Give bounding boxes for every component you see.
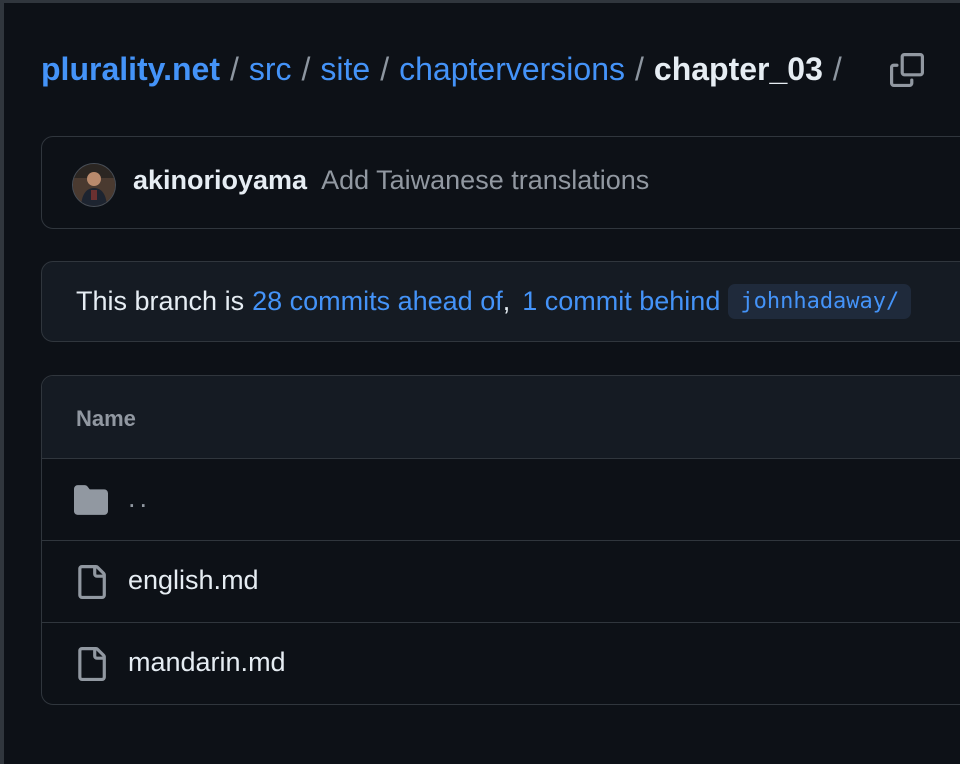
breadcrumb: plurality.net / src / site / chaptervers… <box>41 47 852 91</box>
copy-icon <box>890 53 924 87</box>
parent-directory-link[interactable]: .. <box>128 483 151 514</box>
folder-icon <box>74 485 108 515</box>
breadcrumb-repo-link[interactable]: plurality.net <box>41 51 220 88</box>
upstream-branch-tag[interactable]: johnhadaway/ <box>728 284 912 319</box>
avatar[interactable] <box>73 164 115 206</box>
branch-status-text: This branch is 28 commits ahead of , 1 c… <box>76 284 912 319</box>
repo-browser-window: plurality.net / src / site / chaptervers… <box>0 0 960 764</box>
name-column-header: Name <box>76 406 136 431</box>
commit-message-link[interactable]: Add Taiwanese translations <box>321 165 649 195</box>
breadcrumb-chapterversions-link[interactable]: chapterversions <box>399 51 625 88</box>
commits-behind-link[interactable]: 1 commit behind <box>522 286 720 317</box>
avatar-image <box>73 164 115 206</box>
file-name-link[interactable]: mandarin.md <box>128 647 286 678</box>
copy-path-button[interactable] <box>886 49 928 91</box>
file-icon <box>78 565 106 599</box>
file-row-mandarin[interactable]: mandarin.md <box>42 623 960 704</box>
branch-status-comma: , <box>502 286 511 316</box>
file-row-english[interactable]: english.md <box>42 541 960 623</box>
file-icon <box>78 647 106 681</box>
file-name-link[interactable]: english.md <box>128 565 259 596</box>
file-list-header: Name <box>42 376 960 459</box>
breadcrumb-separator: / <box>635 50 644 87</box>
breadcrumb-separator: / <box>380 50 390 87</box>
commit-summary: akinorioyama Add Taiwanese translations <box>133 165 649 196</box>
breadcrumb-src-link[interactable]: src <box>249 51 292 88</box>
commits-ahead-link[interactable]: 28 commits ahead of <box>252 286 503 317</box>
branch-status-box: This branch is 28 commits ahead of , 1 c… <box>41 261 960 342</box>
breadcrumb-trailing-separator: / <box>832 50 842 87</box>
breadcrumb-site-link[interactable]: site <box>320 51 370 88</box>
file-list-table: Name .. english.md mandarin.md <box>41 375 960 705</box>
commit-author-link[interactable]: akinorioyama <box>133 165 307 195</box>
file-row-parent-directory[interactable]: .. <box>42 459 960 541</box>
breadcrumb-current-folder: chapter_03 <box>653 50 823 87</box>
branch-status-prefix: This branch is <box>76 286 245 316</box>
latest-commit-box: akinorioyama Add Taiwanese translations <box>41 136 960 229</box>
breadcrumb-separator: / <box>301 50 311 87</box>
breadcrumb-separator: / <box>229 50 239 87</box>
